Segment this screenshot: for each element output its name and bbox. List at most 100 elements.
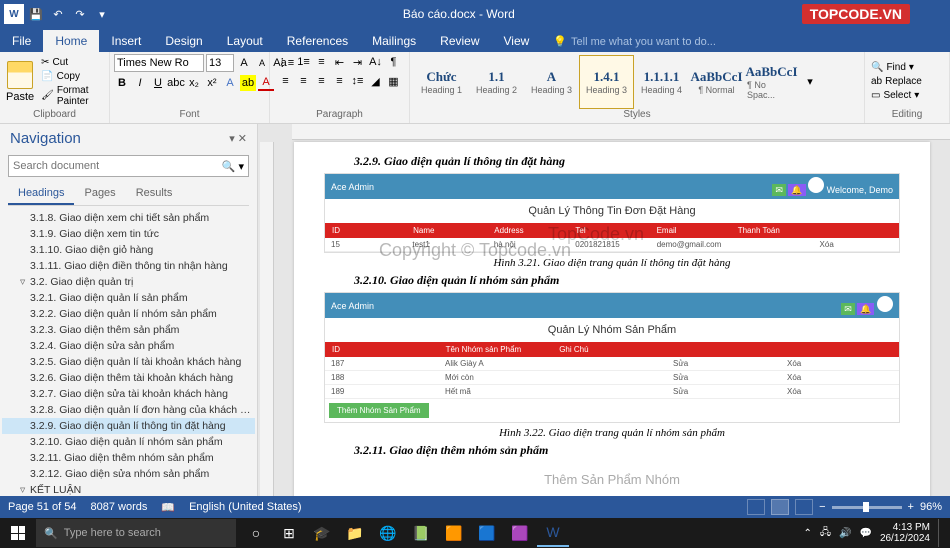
nav-heading-item[interactable]: 3.1.10. Giao diện giỏ hàng <box>2 242 255 258</box>
nav-heading-item[interactable]: 3.2.10. Giao diện quản lí nhóm sản phẩm <box>2 434 255 450</box>
superscript-button[interactable]: x² <box>204 75 220 91</box>
align-center-icon[interactable]: ≡ <box>296 73 312 89</box>
tell-me-search[interactable]: 💡Tell me what you want to do... <box>541 31 728 52</box>
language-status[interactable]: English (United States) <box>189 501 302 514</box>
tray-up-icon[interactable]: ⌃ <box>803 528 811 539</box>
bullets-icon[interactable]: ⋮≡ <box>278 54 294 70</box>
nav-heading-item[interactable]: 3.2.5. Giao diện quản lí tài khoản khách… <box>2 354 255 370</box>
print-layout-icon[interactable] <box>771 499 789 515</box>
app-icon[interactable]: 📗 <box>405 519 437 547</box>
taskbar-search[interactable]: 🔍Type here to search <box>36 519 236 547</box>
app-icon[interactable]: 🟧 <box>438 519 470 547</box>
tab-home[interactable]: Home <box>43 30 99 52</box>
nav-heading-item[interactable]: 3.1.8. Giao diện xem chi tiết sản phẩm <box>2 210 255 226</box>
select-button[interactable]: ▭Select ▾ <box>869 89 924 102</box>
qat-more-icon[interactable]: ▾ <box>92 4 112 24</box>
app-icon[interactable]: 🎓 <box>306 519 338 547</box>
shading-icon[interactable]: ◢ <box>368 73 384 89</box>
grow-font-icon[interactable]: A <box>236 55 252 71</box>
show-marks-icon[interactable]: ¶ <box>386 54 402 70</box>
nav-heading-item[interactable]: ▿3.2. Giao diện quản trị <box>2 274 255 290</box>
tab-layout[interactable]: Layout <box>215 30 275 52</box>
paste-button[interactable]: Paste <box>4 59 36 105</box>
save-icon[interactable]: 💾 <box>26 4 46 24</box>
tab-review[interactable]: Review <box>428 30 491 52</box>
nav-tab-headings[interactable]: Headings <box>8 183 74 205</box>
tab-insert[interactable]: Insert <box>99 30 153 52</box>
volume-icon[interactable]: 🔊 <box>839 528 851 539</box>
highlight-icon[interactable]: ab <box>240 75 256 91</box>
nav-heading-item[interactable]: 3.2.4. Giao diện sửa sản phẩm <box>2 338 255 354</box>
zoom-out-icon[interactable]: − <box>819 501 825 513</box>
network-icon[interactable]: 🖧 <box>820 525 831 542</box>
style-item[interactable]: AaBbCcI¶ No Spac... <box>744 55 799 109</box>
increase-indent-icon[interactable]: ⇥ <box>350 54 366 70</box>
nav-heading-item[interactable]: 3.2.3. Giao diện thêm sản phẩm <box>2 322 255 338</box>
cortana-icon[interactable]: ○ <box>240 519 272 547</box>
style-item[interactable]: AHeading 3 <box>524 55 579 109</box>
nav-heading-item[interactable]: ▿KẾT LUẬN <box>2 482 255 496</box>
tab-file[interactable]: File <box>0 30 43 52</box>
tab-mailings[interactable]: Mailings <box>360 30 428 52</box>
nav-close-icon[interactable]: ▾ ✕ <box>229 132 247 145</box>
nav-search-box[interactable]: 🔍 ▾ <box>8 155 249 177</box>
nav-heading-item[interactable]: 3.2.1. Giao diện quản lí sản phẩm <box>2 290 255 306</box>
align-right-icon[interactable]: ≡ <box>314 73 330 89</box>
numbering-icon[interactable]: 1≡ <box>296 54 312 70</box>
styles-more-icon[interactable]: ▾ <box>802 74 818 90</box>
nav-heading-item[interactable]: 3.2.11. Giao diện thêm nhóm sản phẩm <box>2 450 255 466</box>
nav-search-input[interactable] <box>13 160 222 172</box>
page-status[interactable]: Page 51 of 54 <box>8 501 77 514</box>
tab-view[interactable]: View <box>492 30 542 52</box>
align-left-icon[interactable]: ≡ <box>278 73 294 89</box>
tab-design[interactable]: Design <box>153 30 214 52</box>
spell-check-icon[interactable]: 📖 <box>161 501 175 514</box>
horizontal-ruler[interactable] <box>292 124 950 140</box>
nav-heading-item[interactable]: 3.2.8. Giao diện quản lí đơn hàng của kh… <box>2 402 255 418</box>
read-mode-icon[interactable] <box>747 499 765 515</box>
style-gallery[interactable]: ChứcHeading 11.1Heading 2AHeading 31.4.1… <box>414 55 799 109</box>
document-area[interactable]: 3.2.9. Giao diện quản lí thông tin đặt h… <box>258 124 950 496</box>
style-item[interactable]: AaBbCcI¶ Normal <box>689 55 744 109</box>
redo-icon[interactable]: ↷ <box>70 4 90 24</box>
web-layout-icon[interactable] <box>795 499 813 515</box>
decrease-indent-icon[interactable]: ⇤ <box>332 54 348 70</box>
start-button[interactable] <box>0 518 36 548</box>
zoom-in-icon[interactable]: + <box>908 501 914 513</box>
show-desktop[interactable] <box>938 519 944 547</box>
replace-button[interactable]: abReplace <box>869 75 924 88</box>
style-item[interactable]: 1.1.1.1Heading 4 <box>634 55 689 109</box>
tab-references[interactable]: References <box>275 30 360 52</box>
line-spacing-icon[interactable]: ↕≡ <box>350 73 366 89</box>
word-icon[interactable]: W <box>537 519 569 547</box>
subscript-button[interactable]: x₂ <box>186 75 202 91</box>
nav-tab-results[interactable]: Results <box>126 183 183 205</box>
zoom-level[interactable]: 96% <box>920 501 942 513</box>
strike-button[interactable]: abc <box>168 75 184 91</box>
underline-button[interactable]: U <box>150 75 166 91</box>
nav-heading-item[interactable]: 3.2.2. Giao diện quản lí nhóm sản phẩm <box>2 306 255 322</box>
word-count[interactable]: 8087 words <box>91 501 148 514</box>
app-icon[interactable]: 🟪 <box>504 519 536 547</box>
font-name-input[interactable] <box>114 54 204 72</box>
nav-heading-item[interactable]: 3.2.12. Giao diện sửa nhóm sản phẩm <box>2 466 255 482</box>
nav-tab-pages[interactable]: Pages <box>74 183 125 205</box>
nav-heading-item[interactable]: 3.2.9. Giao diện quản lí thông tin đặt h… <box>2 418 255 434</box>
clock[interactable]: 4:13 PM26/12/2024 <box>880 522 930 544</box>
sort-icon[interactable]: A↓ <box>368 54 384 70</box>
cut-button[interactable]: ✂Cut <box>39 56 105 69</box>
app-icon[interactable]: 🟦 <box>471 519 503 547</box>
zoom-slider[interactable] <box>832 506 902 509</box>
chrome-icon[interactable]: 🌐 <box>372 519 404 547</box>
task-view-icon[interactable]: ⊞ <box>273 519 305 547</box>
justify-icon[interactable]: ≡ <box>332 73 348 89</box>
document-page[interactable]: 3.2.9. Giao diện quản lí thông tin đặt h… <box>294 142 930 496</box>
nav-tree[interactable]: 3.1.8. Giao diện xem chi tiết sản phẩm 3.… <box>0 206 257 496</box>
find-button[interactable]: 🔍Find ▾ <box>869 61 924 74</box>
nav-heading-item[interactable]: 3.2.6. Giao diện thêm tài khoản khách hà… <box>2 370 255 386</box>
copy-button[interactable]: 📄Copy <box>39 70 105 83</box>
font-size-input[interactable] <box>206 54 234 72</box>
shrink-font-icon[interactable]: A <box>254 55 270 71</box>
format-painter-button[interactable]: 🖌Format Painter <box>39 84 105 108</box>
italic-button[interactable]: I <box>132 75 148 91</box>
